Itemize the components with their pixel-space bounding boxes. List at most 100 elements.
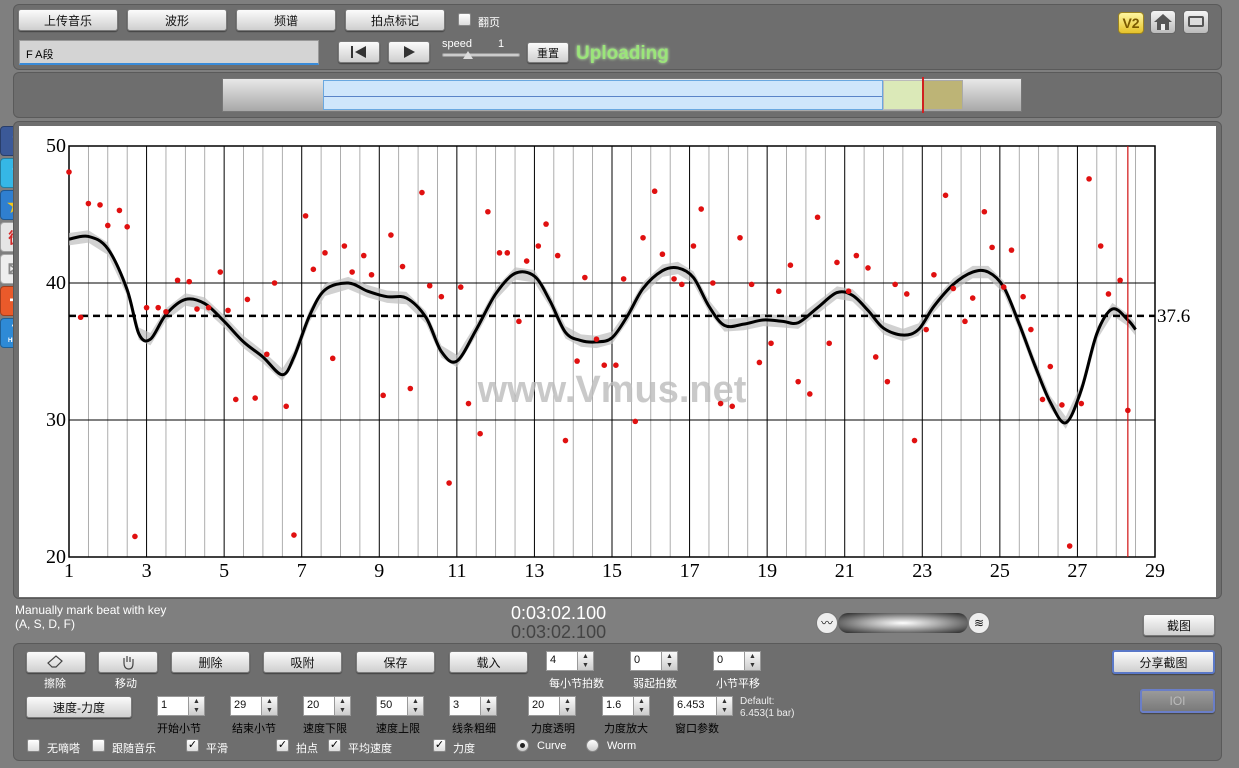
beat-point[interactable] [186, 278, 193, 285]
stepper-arrows-icon[interactable]: ▲ ▼ [189, 696, 205, 716]
beat-point[interactable] [163, 308, 169, 315]
delete-button[interactable]: 删除 [171, 651, 250, 673]
beat-point[interactable] [931, 271, 937, 278]
beat-point[interactable] [923, 326, 929, 333]
beat-point[interactable] [465, 400, 472, 407]
beat-point[interactable] [1000, 284, 1007, 290]
beat-point[interactable] [124, 224, 130, 230]
beat-point[interactable] [775, 288, 782, 295]
beat-point[interactable] [535, 243, 542, 249]
beat-point[interactable] [77, 314, 84, 321]
tempo-min-stepper[interactable]: 20 ▲ ▼ [303, 696, 351, 716]
beat-point[interactable] [826, 340, 832, 347]
beat-point[interactable] [690, 243, 697, 249]
beat-point[interactable] [601, 362, 608, 369]
beat-point[interactable] [426, 282, 433, 289]
beat-point[interactable] [407, 385, 414, 392]
tempo-min-value[interactable]: 20 [303, 696, 335, 716]
worm-radio[interactable] [586, 739, 599, 752]
metronome-checkbox[interactable] [27, 739, 40, 752]
line-width-stepper[interactable]: 3 ▲ ▼ [449, 696, 497, 716]
beat-point[interactable] [1078, 400, 1085, 407]
stepper-arrows-icon[interactable]: ▲ ▼ [578, 651, 594, 671]
beat-point[interactable] [496, 250, 503, 256]
beat-point[interactable] [132, 533, 138, 540]
beat-point[interactable] [504, 250, 511, 256]
beat-point[interactable] [341, 243, 348, 249]
tempo-chart[interactable]: www.Vmus.net37.61 3 5 7 9 11 13 15 17 19 21 23 25 27 2… [0, 0, 1239, 600]
beat-point[interactable] [225, 307, 231, 314]
beats-per-bar-stepper[interactable]: 4 ▲ ▼ [546, 651, 594, 671]
beat-point[interactable] [903, 291, 910, 297]
beat-point[interactable] [1020, 293, 1026, 300]
screenshot-button[interactable]: 截图 [1143, 614, 1215, 636]
curve-radio[interactable] [516, 739, 529, 752]
beat-point[interactable] [446, 480, 452, 486]
start-bar-stepper[interactable]: 1 ▲ ▼ [157, 696, 205, 716]
beat-point[interactable] [969, 295, 976, 301]
beat-point[interactable] [116, 207, 123, 214]
dynamics-scale-value[interactable]: 1.6 [602, 696, 634, 716]
beat-point[interactable] [620, 276, 627, 282]
tempo-max-value[interactable]: 50 [376, 696, 408, 716]
tempo-dynamics-button[interactable]: 速度-力度 [26, 696, 132, 718]
beat-point[interactable] [632, 418, 639, 425]
avg-tempo-checkbox[interactable]: ✓ [328, 739, 341, 752]
beat-point[interactable] [543, 221, 549, 227]
beat-point[interactable] [884, 378, 891, 385]
beat-point[interactable] [554, 252, 561, 259]
volume-slider[interactable] [838, 613, 968, 633]
start-bar-value[interactable]: 1 [157, 696, 189, 716]
beat-point[interactable] [942, 192, 949, 199]
beat-point[interactable] [613, 362, 619, 369]
beat-point[interactable] [264, 351, 270, 358]
beat-point[interactable] [651, 188, 658, 195]
beat-point[interactable] [1097, 243, 1104, 249]
beat-point[interactable] [981, 208, 988, 215]
beat-point[interactable] [516, 318, 522, 325]
beat-point[interactable] [174, 277, 181, 284]
beat-point[interactable] [710, 280, 716, 286]
beat-point[interactable] [419, 189, 425, 196]
pickup-value[interactable]: 0 [630, 651, 662, 671]
stepper-arrows-icon[interactable]: ▲ ▼ [408, 696, 424, 716]
beat-point[interactable] [892, 281, 898, 288]
ioi-button[interactable]: IOI [1140, 689, 1215, 713]
dynamics-scale-stepper[interactable]: 1.6 ▲ ▼ [602, 696, 650, 716]
dynamics-alpha-stepper[interactable]: 20 ▲ ▼ [528, 696, 576, 716]
beat-point[interactable] [679, 281, 685, 288]
tempo-max-stepper[interactable]: 50 ▲ ▼ [376, 696, 424, 716]
snap-button[interactable]: 吸附 [263, 651, 342, 673]
beat-point[interactable] [1008, 247, 1015, 253]
beat-point[interactable] [593, 336, 600, 342]
stepper-arrows-icon[interactable]: ▲ ▼ [481, 696, 497, 716]
beat-point[interactable] [768, 340, 774, 347]
beat-point[interactable] [872, 354, 879, 360]
stepper-arrows-icon[interactable]: ▲ ▼ [335, 696, 351, 716]
load-button[interactable]: 载入 [449, 651, 528, 673]
beat-point[interactable] [853, 252, 860, 259]
stepper-arrows-icon[interactable]: ▲ ▼ [262, 696, 278, 716]
beat-point[interactable] [194, 306, 200, 312]
beats-per-bar-value[interactable]: 4 [546, 651, 578, 671]
beat-point[interactable] [283, 403, 290, 410]
share-screenshot-button[interactable]: 分享截图 [1112, 650, 1215, 674]
beat-point[interactable] [205, 304, 212, 311]
beat-point[interactable] [787, 262, 794, 268]
line-width-value[interactable]: 3 [449, 696, 481, 716]
beat-point[interactable] [232, 396, 239, 403]
beat-point[interactable] [756, 359, 763, 366]
beat-point[interactable] [962, 318, 968, 325]
beat-point[interactable] [271, 280, 278, 286]
stepper-arrows-icon[interactable]: ▲ ▼ [560, 696, 576, 716]
smooth-checkbox[interactable]: ✓ [186, 739, 199, 752]
bar-shift-stepper[interactable]: 0 ▲ ▼ [713, 651, 761, 671]
save-button[interactable]: 保存 [356, 651, 435, 673]
window-stepper[interactable]: 6.453 ▲ ▼ [673, 696, 733, 716]
beat-point[interactable] [1028, 326, 1034, 333]
beat-point[interactable] [562, 437, 569, 444]
stepper-arrows-icon[interactable]: ▲ ▼ [662, 651, 678, 671]
beat-point[interactable] [795, 378, 801, 385]
beat-point[interactable] [143, 304, 150, 311]
beat-point[interactable] [457, 284, 464, 290]
